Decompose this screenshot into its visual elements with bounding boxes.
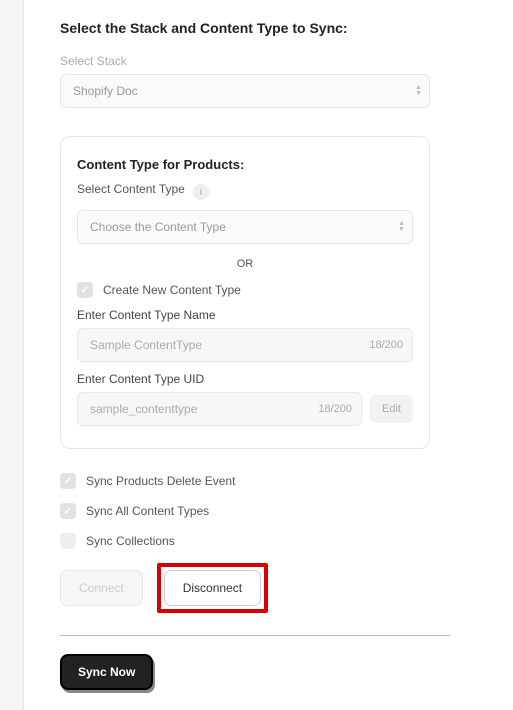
create-content-type-label: Create New Content Type xyxy=(103,283,241,297)
sync-delete-label: Sync Products Delete Event xyxy=(86,474,235,488)
create-content-type-checkbox[interactable] xyxy=(77,282,93,298)
content-type-name-label: Enter Content Type Name xyxy=(77,308,413,322)
or-separator: OR xyxy=(77,258,413,270)
edit-uid-button[interactable]: Edit xyxy=(370,395,413,423)
chevron-up-down-icon: ▲▼ xyxy=(415,85,422,97)
page-title: Select the Stack and Content Type to Syn… xyxy=(60,20,477,36)
content-type-title: Content Type for Products: xyxy=(77,157,413,172)
connect-button: Connect xyxy=(60,570,143,606)
info-icon[interactable]: i xyxy=(193,184,209,200)
name-char-count: 18/200 xyxy=(369,339,403,351)
content-type-select-value[interactable]: Choose the Content Type xyxy=(77,210,413,244)
sync-collections-label: Sync Collections xyxy=(86,534,175,548)
stack-select-value[interactable]: Shopify Doc xyxy=(60,74,430,108)
sync-all-checkbox[interactable] xyxy=(60,503,76,519)
content-type-name-input[interactable] xyxy=(77,328,413,362)
content-type-select[interactable]: Choose the Content Type ▲▼ xyxy=(77,210,413,244)
sync-now-button[interactable]: Sync Now xyxy=(60,654,153,690)
divider xyxy=(60,635,450,636)
highlight-annotation: Disconnect xyxy=(157,563,268,613)
sync-all-label: Sync All Content Types xyxy=(86,504,209,518)
content-type-uid-label: Enter Content Type UID xyxy=(77,372,413,386)
uid-char-count: 18/200 xyxy=(318,403,352,415)
disconnect-button[interactable]: Disconnect xyxy=(164,570,261,606)
stack-select[interactable]: Shopify Doc ▲▼ xyxy=(60,74,430,108)
content-type-card: Content Type for Products: Select Conten… xyxy=(60,136,430,449)
content-type-select-label: Select Content Type xyxy=(77,182,185,196)
sync-delete-checkbox[interactable] xyxy=(60,473,76,489)
sync-collections-checkbox[interactable] xyxy=(60,533,76,549)
chevron-up-down-icon: ▲▼ xyxy=(398,221,405,233)
stack-label: Select Stack xyxy=(60,54,477,68)
